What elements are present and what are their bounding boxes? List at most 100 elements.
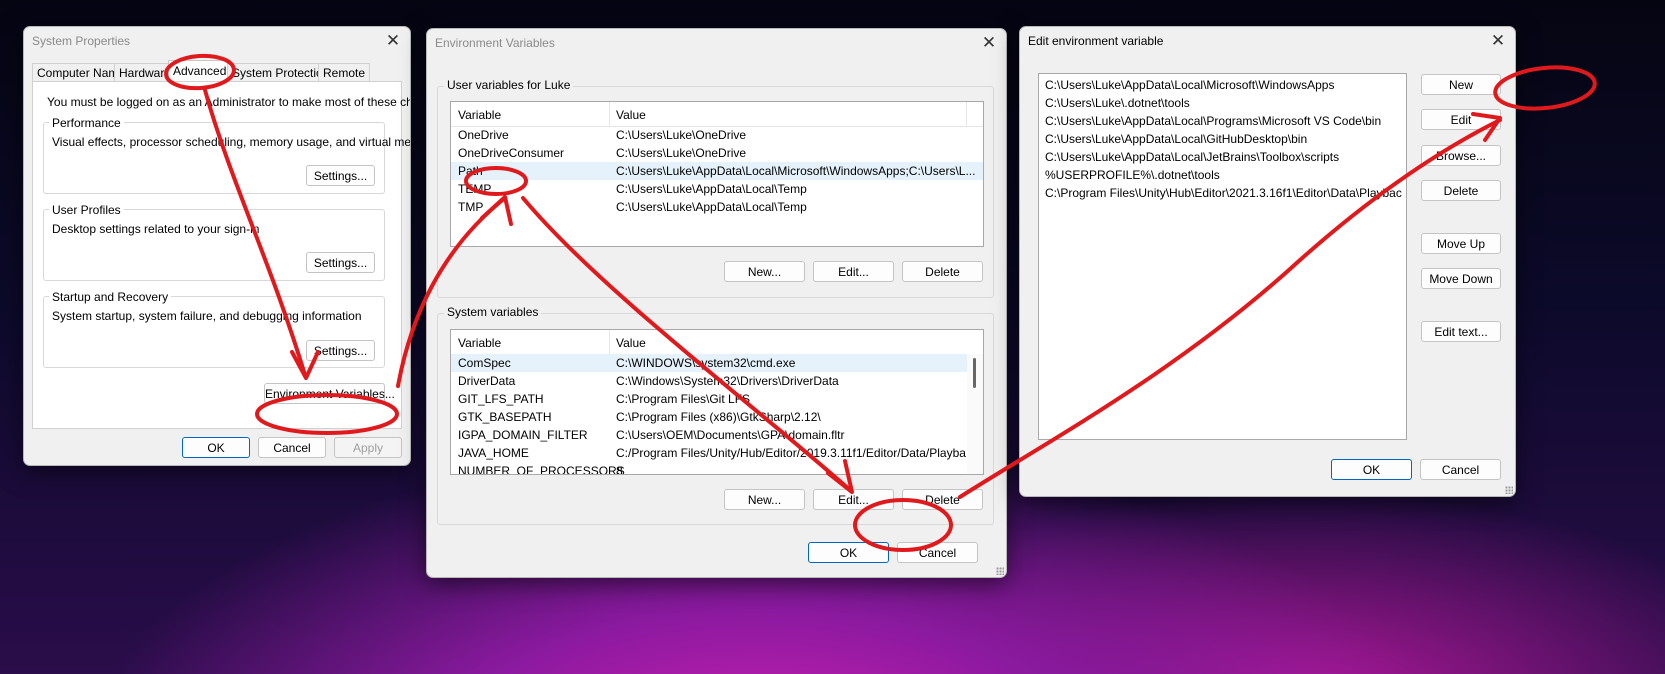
variable-name: IGPA_DOMAIN_FILTER xyxy=(458,428,588,442)
close-icon[interactable]: ✕ xyxy=(980,34,998,52)
list-item[interactable]: C:\Program Files\Unity\Hub\Editor\2021.3… xyxy=(1045,184,1402,202)
user-profiles-label: User Profiles xyxy=(49,203,124,217)
edit-environment-variable-dialog: Edit environment variable ✕ C:\Users\Luk… xyxy=(1019,26,1516,497)
path-entries-list[interactable]: C:\Users\Luke\AppData\Local\Microsoft\Wi… xyxy=(1038,73,1407,440)
move-down-button[interactable]: Move Down xyxy=(1421,268,1501,289)
dialog-title: Edit environment variable xyxy=(1028,34,1164,48)
system-variables-label: System variables xyxy=(444,305,542,319)
column-value[interactable]: Value xyxy=(616,336,646,350)
table-row[interactable]: TEMP C:\Users\Luke\AppData\Local\Temp xyxy=(451,180,983,198)
user-profiles-desc: Desktop settings related to your sign-in xyxy=(52,222,260,236)
variable-name: OneDrive xyxy=(458,128,509,142)
tab-advanced[interactable]: Advanced xyxy=(168,60,232,82)
ok-button[interactable]: OK xyxy=(1331,459,1412,480)
ok-button[interactable]: OK xyxy=(182,437,250,458)
list-item[interactable]: %USERPROFILE%\.dotnet\tools xyxy=(1045,166,1402,184)
variable-value: C:\Users\OEM\Documents\GPA\domain.fltr xyxy=(616,428,845,442)
user-delete-button[interactable]: Delete xyxy=(902,261,983,282)
variable-value: C:\Windows\System32\Drivers\DriverData xyxy=(616,374,839,388)
cancel-button[interactable]: Cancel xyxy=(897,542,978,563)
variable-name: ComSpec xyxy=(458,356,511,370)
table-row[interactable]: Path C:\Users\Luke\AppData\Local\Microsof… xyxy=(451,162,983,180)
variable-value: C:\Users\Luke\OneDrive xyxy=(616,146,747,160)
startup-recovery-settings-button[interactable]: Settings... xyxy=(306,340,375,361)
resize-grip[interactable] xyxy=(1505,486,1513,494)
variable-value: C:\Users\Luke\OneDrive xyxy=(616,128,747,142)
variable-name: TMP xyxy=(458,200,484,214)
table-row[interactable]: OneDrive C:\Users\Luke\OneDrive xyxy=(451,126,983,144)
variable-value: C:\Users\Luke\AppData\Local\Temp xyxy=(616,182,807,196)
variable-value: C:\Program Files (x86)\GtkSharp\2.12\ xyxy=(616,410,821,424)
table-row[interactable]: GIT_LFS_PATH C:\Program Files\Git LFS xyxy=(451,390,983,408)
system-edit-button[interactable]: Edit... xyxy=(813,489,894,510)
table-row[interactable]: DriverData C:\Windows\System32\Drivers\Dr… xyxy=(451,372,983,390)
performance-settings-button[interactable]: Settings... xyxy=(306,165,375,186)
performance-label: Performance xyxy=(49,116,124,130)
list-item[interactable]: C:\Users\Luke\AppData\Local\Programs\Mic… xyxy=(1045,112,1402,130)
variable-value: C:\Program Files\Git LFS xyxy=(616,392,751,406)
environment-variables-button[interactable]: Environment Variables... xyxy=(264,383,395,404)
variable-value: C:\Users\Luke\AppData\Local\Microsoft\Wi… xyxy=(616,164,976,178)
new-button[interactable]: New xyxy=(1421,74,1501,95)
variable-value: C:\WINDOWS\system32\cmd.exe xyxy=(616,356,796,370)
user-variables-list[interactable]: Variable Value OneDrive C:\Users\Luke\One… xyxy=(450,101,984,247)
scrollbar-thumb[interactable] xyxy=(973,358,976,388)
table-row[interactable]: GTK_BASEPATH C:\Program Files (x86)\GtkSh… xyxy=(451,408,983,426)
dialog-title: System Properties xyxy=(32,34,131,48)
list-item[interactable]: C:\Users\Luke\AppData\Local\GitHubDeskto… xyxy=(1045,130,1402,148)
table-row[interactable]: IGPA_DOMAIN_FILTER C:\Users\OEM\Documents… xyxy=(451,426,983,444)
resize-grip[interactable] xyxy=(996,567,1004,575)
list-item[interactable]: C:\Users\Luke\AppData\Local\JetBrains\To… xyxy=(1045,148,1402,166)
list-item[interactable]: C:\Users\Luke\.dotnet\tools xyxy=(1045,94,1402,112)
system-properties-titlebar[interactable]: System Properties ✕ xyxy=(24,27,410,55)
system-delete-button[interactable]: Delete xyxy=(902,489,983,510)
table-row[interactable]: TMP C:\Users\Luke\AppData\Local\Temp xyxy=(451,198,983,216)
variable-name: GIT_LFS_PATH xyxy=(458,392,544,406)
user-variables-label: User variables for Luke xyxy=(444,78,574,92)
edit-env-titlebar[interactable]: Edit environment variable ✕ xyxy=(1020,27,1515,55)
variable-value: C:\Users\Luke\AppData\Local\Temp xyxy=(616,200,807,214)
user-edit-button[interactable]: Edit... xyxy=(813,261,894,282)
dialog-title: Environment Variables xyxy=(435,36,555,50)
column-variable[interactable]: Variable xyxy=(458,108,501,122)
cancel-button[interactable]: Cancel xyxy=(258,437,326,458)
variable-name: GTK_BASEPATH xyxy=(458,410,552,424)
variable-name: NUMBER_OF_PROCESSORS xyxy=(458,464,625,475)
system-properties-dialog: System Properties ✕ Computer Name Hardwa… xyxy=(23,26,411,466)
table-row[interactable]: ComSpec C:\WINDOWS\system32\cmd.exe xyxy=(451,354,983,372)
table-row[interactable]: JAVA_HOME C:/Program Files/Unity/Hub/Edit… xyxy=(451,444,983,462)
column-value[interactable]: Value xyxy=(616,108,646,122)
ok-button[interactable]: OK xyxy=(808,542,889,563)
list-item[interactable]: C:\Users\Luke\AppData\Local\Microsoft\Wi… xyxy=(1045,76,1402,94)
move-up-button[interactable]: Move Up xyxy=(1421,233,1501,254)
tab-remote[interactable]: Remote xyxy=(318,63,371,81)
edit-text-button[interactable]: Edit text... xyxy=(1421,321,1501,342)
variable-name: Path xyxy=(458,164,483,178)
apply-button[interactable]: Apply xyxy=(334,437,402,458)
column-variable[interactable]: Variable xyxy=(458,336,501,350)
variable-name: OneDriveConsumer xyxy=(458,146,565,160)
variable-name: TEMP xyxy=(458,182,492,196)
environment-variables-dialog: Environment Variables ✕ User variables f… xyxy=(426,28,1007,578)
startup-recovery-label: Startup and Recovery xyxy=(49,290,172,304)
startup-recovery-desc: System startup, system failure, and debu… xyxy=(52,309,362,323)
close-icon[interactable]: ✕ xyxy=(384,32,402,50)
scrollbar[interactable] xyxy=(967,354,983,474)
browse-button[interactable]: Browse... xyxy=(1421,145,1501,166)
close-icon[interactable]: ✕ xyxy=(1489,32,1507,50)
edit-button[interactable]: Edit xyxy=(1421,109,1501,130)
table-row[interactable]: NUMBER_OF_PROCESSORS 8 xyxy=(451,462,983,475)
system-new-button[interactable]: New... xyxy=(724,489,805,510)
cancel-button[interactable]: Cancel xyxy=(1420,459,1501,480)
list-header: Variable Value xyxy=(451,330,983,355)
environment-variables-titlebar[interactable]: Environment Variables ✕ xyxy=(427,29,1006,57)
tab-hardware[interactable]: Hardware xyxy=(114,63,177,81)
user-new-button[interactable]: New... xyxy=(724,261,805,282)
user-profiles-settings-button[interactable]: Settings... xyxy=(306,252,375,273)
table-row[interactable]: OneDriveConsumer C:\Users\Luke\OneDrive xyxy=(451,144,983,162)
system-variables-list[interactable]: Variable Value ComSpec C:\WINDOWS\system3… xyxy=(450,329,984,475)
variable-name: DriverData xyxy=(458,374,516,388)
list-header: Variable Value xyxy=(451,102,983,127)
delete-button[interactable]: Delete xyxy=(1421,180,1501,201)
variable-value: 8 xyxy=(616,464,623,475)
